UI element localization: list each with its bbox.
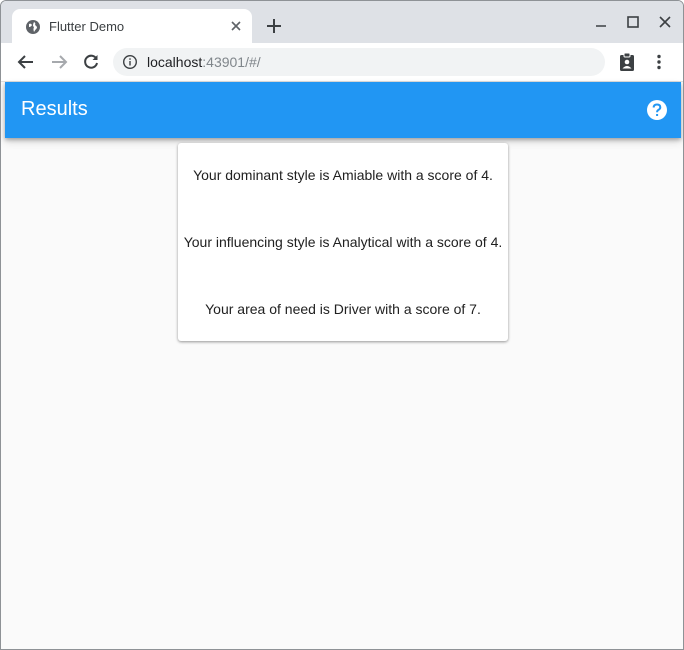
address-path: :43901/#/	[202, 54, 261, 70]
maximize-icon[interactable]	[625, 14, 641, 30]
influencing-style-text: Your influencing style is Analytical wit…	[183, 234, 503, 250]
address-bar[interactable]: localhost:43901/#/	[113, 48, 605, 76]
address-host: localhost	[147, 54, 203, 70]
close-icon[interactable]	[229, 19, 243, 33]
minimize-icon[interactable]	[593, 14, 609, 30]
arrow-right-icon[interactable]	[49, 52, 69, 72]
globe-icon	[26, 20, 40, 34]
more-vert-icon[interactable]	[649, 52, 669, 72]
help-icon[interactable]	[646, 99, 668, 121]
reload-icon[interactable]	[81, 52, 101, 72]
browser-toolbar: localhost:43901/#/	[1, 43, 683, 82]
info-icon[interactable]	[122, 54, 138, 70]
window-close-icon[interactable]	[657, 14, 673, 30]
app-bar: Results	[5, 82, 681, 138]
arrow-left-icon[interactable]	[16, 52, 36, 72]
clipboard-account-icon[interactable]	[617, 52, 637, 72]
results-card: Your dominant style is Amiable with a sc…	[178, 143, 508, 341]
plus-icon[interactable]	[265, 17, 283, 35]
page-title: Results	[21, 98, 88, 120]
area-of-need-text: Your area of need is Driver with a score…	[205, 301, 481, 317]
browser-window: Flutter Demo localhost:43901/#/ Results …	[0, 0, 684, 650]
dominant-style-text: Your dominant style is Amiable with a sc…	[193, 167, 493, 183]
tab-flutter-demo[interactable]: Flutter Demo	[12, 9, 252, 43]
tab-title: Flutter Demo	[49, 19, 125, 34]
tab-strip: Flutter Demo	[1, 1, 683, 43]
address-url[interactable]: localhost:43901/#/	[147, 54, 261, 70]
